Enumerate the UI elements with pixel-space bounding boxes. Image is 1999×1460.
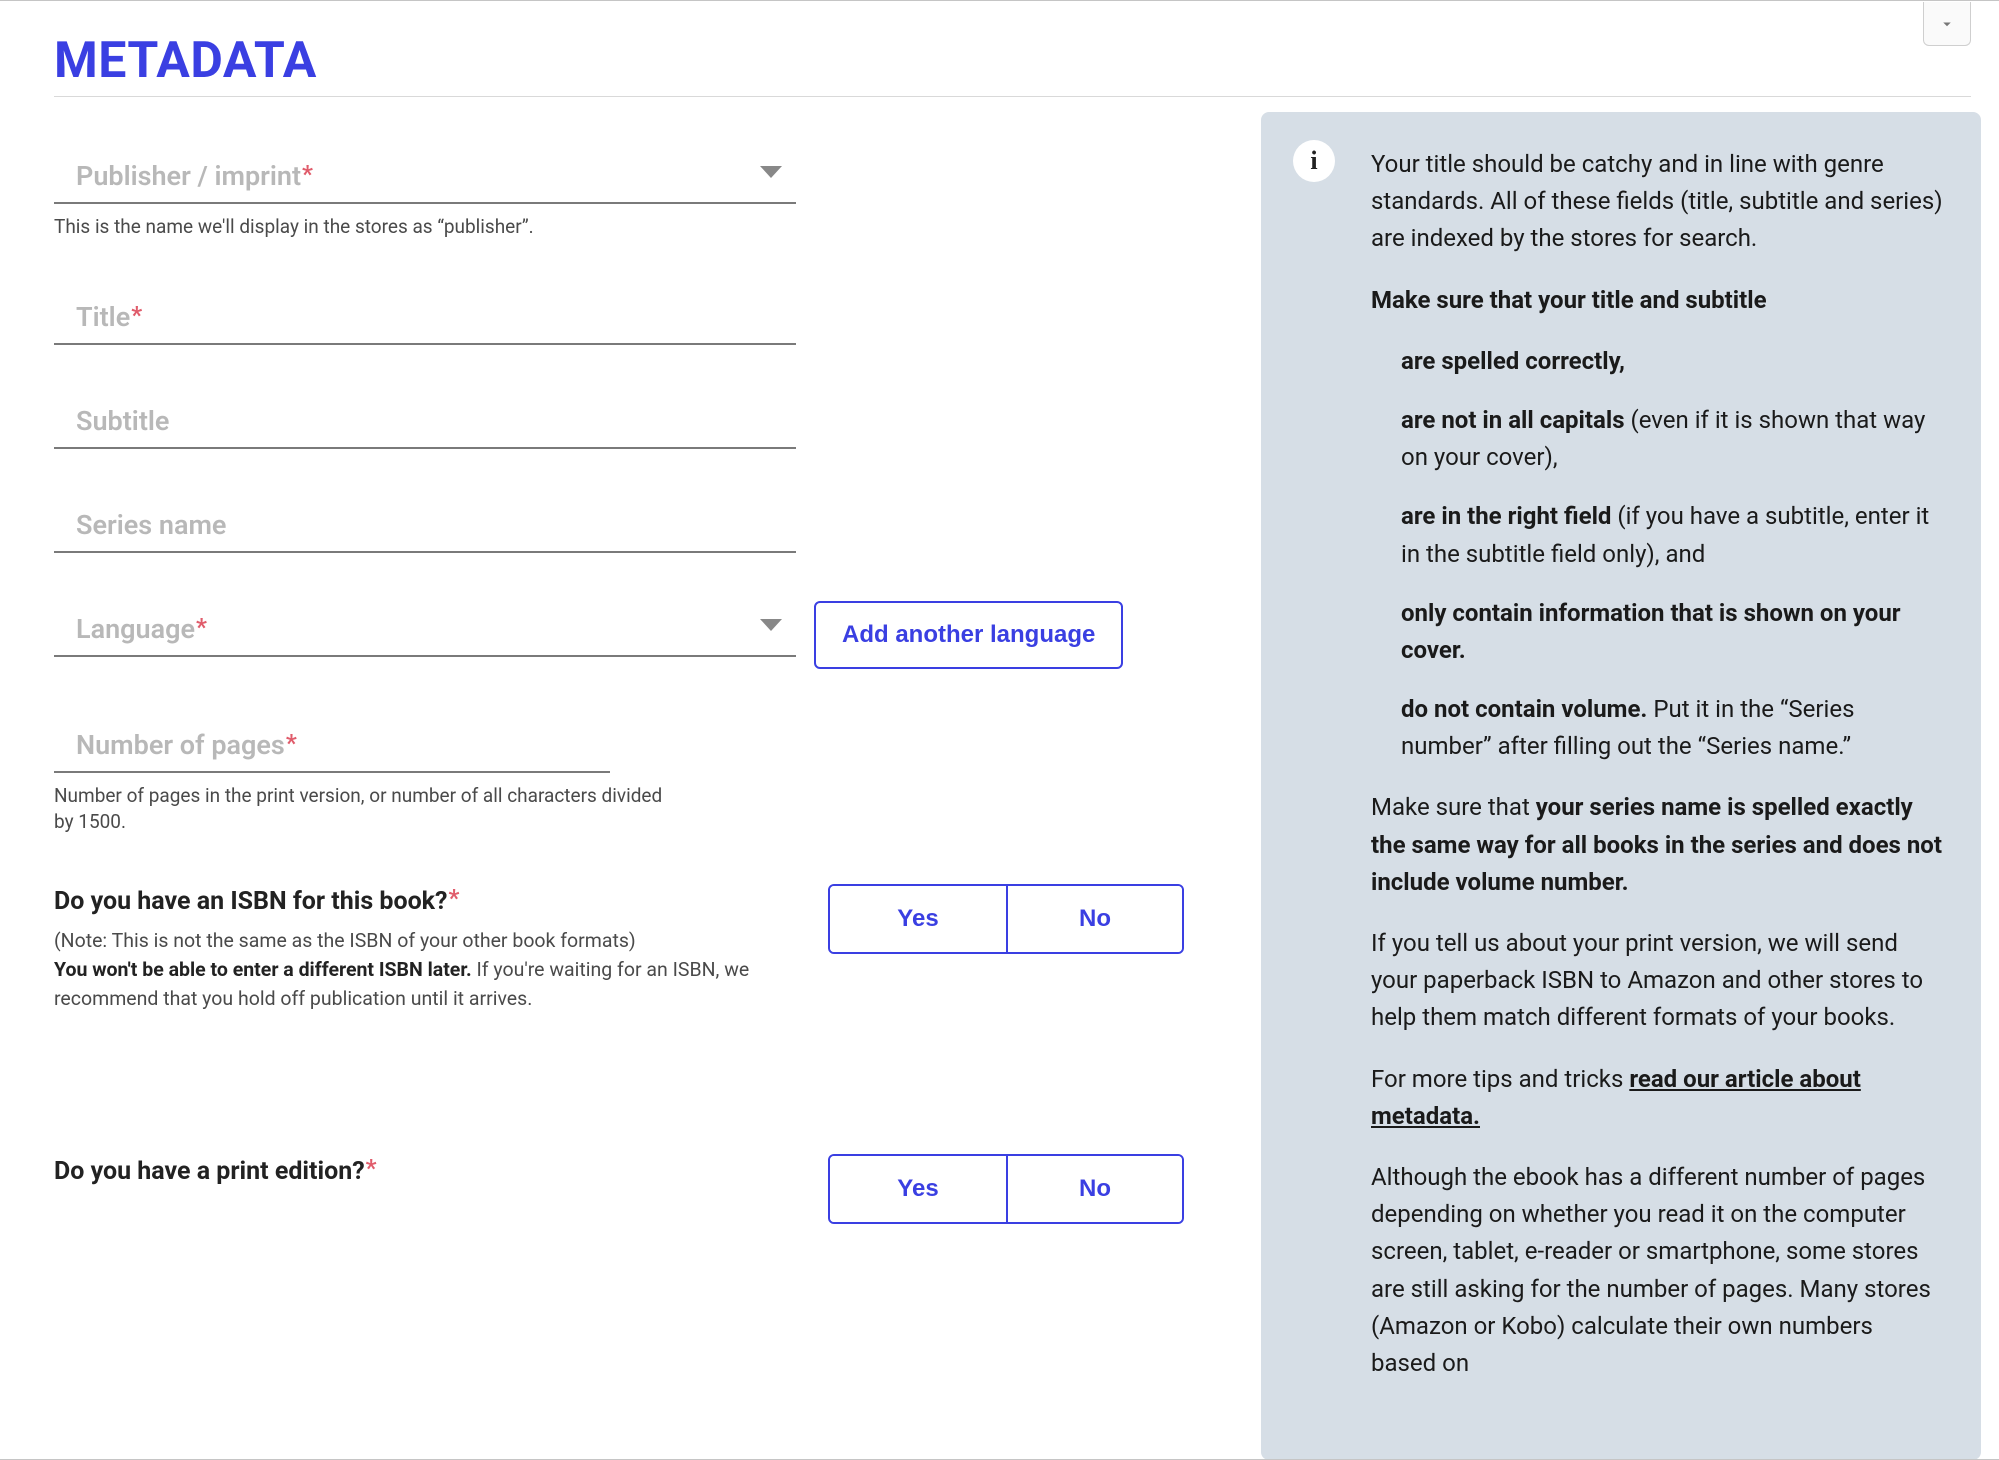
print-question-label: Do you have a print edition?* (54, 1154, 377, 1186)
pages-placeholder-text: Number of pages (76, 729, 285, 761)
required-asterisk: * (366, 1154, 377, 1182)
isbn-toggle: Yes No (828, 884, 1184, 954)
info-bullet-3: are in the right field (if you have a su… (1401, 498, 1943, 572)
form-column: Publisher / imprint* This is the name we… (54, 142, 1184, 1224)
series-input[interactable]: Series name (54, 491, 796, 553)
title-field: Title* (54, 283, 1184, 345)
title-input[interactable]: Title* (54, 283, 796, 345)
isbn-no-button[interactable]: No (1006, 886, 1182, 952)
required-asterisk: * (302, 160, 313, 188)
publisher-placeholder: Publisher / imprint* (76, 160, 313, 192)
info-bul4-text: only contain information that is shown o… (1401, 599, 1901, 664)
info-bullet-1: are spelled correctly, (1401, 343, 1943, 380)
info-icon: i (1293, 140, 1335, 182)
info-bul5-bold: do not contain volume. (1401, 695, 1647, 723)
isbn-note-bold: You won't be able to enter a different I… (54, 958, 472, 981)
publisher-placeholder-text: Publisher / imprint (76, 160, 301, 192)
info-bullet-5: do not contain volume. Put it in the “Se… (1401, 691, 1943, 765)
info-bul2-bold: are not in all capitals (1401, 406, 1625, 434)
language-select[interactable]: Language* (54, 595, 796, 657)
series-field: Series name (54, 491, 1184, 553)
title-underline (54, 96, 1971, 97)
isbn-question-text: Do you have an ISBN for this book? (54, 887, 447, 916)
subtitle-field: Subtitle (54, 387, 1184, 449)
subtitle-input[interactable]: Subtitle (54, 387, 796, 449)
pages-help-text: Number of pages in the print version, or… (54, 783, 674, 836)
title-placeholder: Title* (76, 301, 142, 333)
info-print-para: If you tell us about your print version,… (1371, 925, 1943, 1037)
page-title: METADATA (54, 32, 317, 90)
print-toggle: Yes No (828, 1154, 1184, 1224)
info-pages-para: Although the ebook has a different numbe… (1371, 1159, 1943, 1382)
info-panel: i Your title should be catchy and in lin… (1261, 112, 1981, 1460)
required-asterisk: * (286, 729, 297, 757)
print-no-button[interactable]: No (1006, 1156, 1182, 1222)
print-question: Do you have a print edition?* Yes No (54, 1154, 1184, 1224)
info-bullet-list: are spelled correctly, are not in all ca… (1371, 343, 1943, 766)
publisher-help-text: This is the name we'll display in the st… (54, 214, 674, 241)
info-intro: Your title should be catchy and in line … (1371, 146, 1943, 258)
chevron-down-icon (1938, 15, 1956, 33)
top-divider (0, 0, 1999, 1)
info-make-sure: Make sure that your title and subtitle (1371, 282, 1943, 319)
collapse-panel-button[interactable] (1923, 2, 1971, 46)
info-tips-para: For more tips and tricks read our articl… (1371, 1061, 1943, 1135)
isbn-question-label: Do you have an ISBN for this book?* (54, 884, 794, 916)
pages-input[interactable]: Number of pages* (54, 711, 610, 773)
info-series-lead: Make sure that (1371, 793, 1536, 821)
language-placeholder: Language* (76, 613, 207, 645)
add-language-button[interactable]: Add another language (814, 601, 1123, 669)
info-series-para: Make sure that your series name is spell… (1371, 789, 1943, 901)
isbn-question: Do you have an ISBN for this book?* (Not… (54, 884, 1184, 1014)
language-placeholder-text: Language (76, 613, 195, 645)
publisher-select[interactable]: Publisher / imprint* (54, 142, 796, 204)
language-field: Language* Add another language (54, 595, 1184, 669)
title-placeholder-text: Title (76, 301, 130, 333)
isbn-yes-button[interactable]: Yes (830, 886, 1006, 952)
pages-placeholder: Number of pages* (76, 729, 297, 761)
required-asterisk: * (196, 613, 207, 641)
subtitle-placeholder: Subtitle (76, 405, 169, 437)
required-asterisk: * (448, 884, 459, 912)
isbn-note-1: (Note: This is not the same as the ISBN … (54, 929, 636, 952)
series-placeholder: Series name (76, 509, 226, 541)
required-asterisk: * (131, 301, 142, 329)
info-bullet-4: only contain information that is shown o… (1401, 595, 1943, 669)
info-bul1-text: are spelled correctly, (1401, 347, 1625, 375)
pages-field: Number of pages* Number of pages in the … (54, 711, 1184, 836)
info-bul3-bold: are in the right field (1401, 502, 1611, 530)
print-yes-button[interactable]: Yes (830, 1156, 1006, 1222)
info-bullet-2: are not in all capitals (even if it is s… (1401, 402, 1943, 476)
chevron-down-icon (760, 619, 782, 631)
print-question-text: Do you have a print edition? (54, 1157, 365, 1186)
info-tips-lead: For more tips and tricks (1371, 1065, 1629, 1093)
publisher-field: Publisher / imprint* This is the name we… (54, 142, 1184, 241)
isbn-question-sub: (Note: This is not the same as the ISBN … (54, 926, 794, 1014)
chevron-down-icon (760, 166, 782, 178)
info-make-sure-bold: Make sure that your title and subtitle (1371, 286, 1767, 314)
